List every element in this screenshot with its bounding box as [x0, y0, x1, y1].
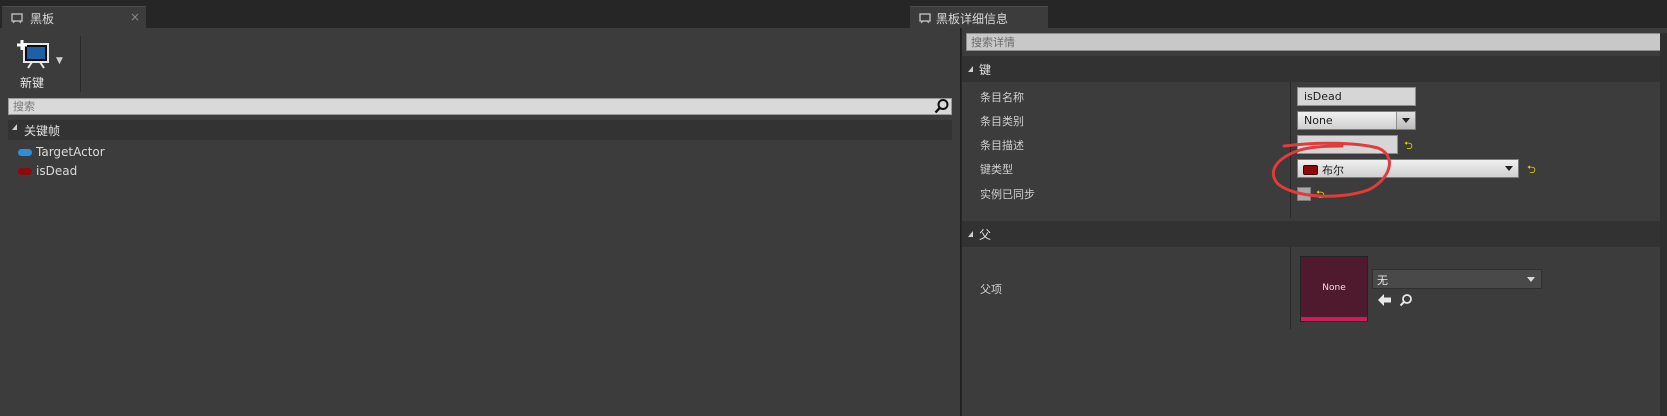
use-selected-arrow-icon[interactable] [1377, 293, 1393, 307]
tab-blackboard-details[interactable]: 黑板详细信息 [910, 6, 1048, 28]
reset-to-default-icon[interactable]: ⮌ [1527, 161, 1536, 180]
parent-value: 无 [1377, 274, 1388, 287]
section-title: 父 [979, 228, 992, 242]
blackboard-details-tab-icon [919, 13, 931, 24]
section-header-key[interactable]: 键 [962, 56, 1667, 82]
new-key-icon [17, 40, 49, 69]
tab-blackboard[interactable]: 黑板 × [2, 6, 146, 28]
new-key-label: 新键 [20, 76, 45, 90]
instance-synced-label: 实例已同步 [980, 188, 1035, 201]
new-key-dropdown-icon[interactable]: ▼ [56, 56, 63, 66]
object-key-icon [18, 149, 32, 156]
column-divider[interactable] [1290, 82, 1291, 218]
reset-to-default-icon[interactable]: ⮌ [1404, 137, 1413, 156]
entry-label: TargetActor [36, 145, 105, 159]
parent-label: 父项 [980, 283, 1002, 296]
entry-category-value: None [1304, 114, 1333, 127]
blackboard-search[interactable] [8, 98, 952, 115]
blackboard-entry-targetactor[interactable]: TargetActor [14, 144, 314, 162]
collapse-arrow-icon[interactable] [12, 124, 17, 130]
key-type-value: 布尔 [1322, 164, 1344, 177]
entry-category-label: 条目类别 [980, 115, 1024, 128]
collapse-arrow-icon[interactable] [968, 231, 973, 237]
key-type-label: 键类型 [980, 163, 1013, 176]
tab-bar [0, 0, 1667, 28]
category-header-keys[interactable]: 关键帧 [8, 120, 952, 140]
section-header-parent[interactable]: 父 [962, 221, 1667, 247]
entry-desc-field[interactable] [1297, 135, 1398, 154]
blackboard-tab-icon [11, 13, 23, 24]
blackboard-entry-isdead[interactable]: isDead [14, 163, 314, 181]
reset-to-default-icon[interactable]: ⮌ [1316, 186, 1325, 205]
browse-search-icon[interactable] [1399, 293, 1413, 307]
thumbnail-label: None [1322, 283, 1346, 293]
instance-synced-checkbox[interactable] [1297, 187, 1311, 201]
category-label: 关键帧 [24, 124, 61, 138]
blackboard-panel [0, 28, 961, 416]
details-search[interactable] [966, 33, 1667, 51]
details-search-input[interactable] [967, 34, 1651, 50]
tab-blackboard-details-label: 黑板详细信息 [936, 12, 1009, 26]
asset-color-bar [1301, 317, 1367, 321]
details-scrollbar[interactable] [1660, 33, 1667, 416]
collapse-arrow-icon[interactable] [968, 66, 973, 72]
parent-asset-combo[interactable]: 无 [1372, 269, 1542, 289]
tab-blackboard-label: 黑板 [30, 12, 55, 26]
toolbar-separator [80, 36, 81, 92]
bool-key-icon [18, 168, 32, 175]
search-input[interactable] [9, 99, 913, 114]
search-icon[interactable] [934, 98, 950, 114]
bool-type-icon [1303, 165, 1318, 175]
parent-asset-thumbnail[interactable]: None [1300, 256, 1368, 322]
section-title: 键 [979, 63, 992, 77]
chevron-down-icon [1527, 277, 1535, 282]
entry-label: isDead [36, 164, 78, 178]
chevron-down-icon [1402, 118, 1410, 123]
close-icon[interactable]: × [130, 10, 140, 24]
column-divider[interactable] [1290, 247, 1291, 329]
new-key-button[interactable]: ▼ 新键 [10, 38, 66, 92]
entry-name-field[interactable]: isDead [1297, 87, 1416, 106]
chevron-down-icon [1505, 166, 1513, 171]
entry-name-label: 条目名称 [980, 91, 1024, 104]
key-type-combo[interactable]: 布尔 [1297, 159, 1519, 178]
dropdown-button[interactable] [1396, 112, 1415, 129]
entry-desc-label: 条目描述 [980, 139, 1024, 152]
entry-category-combo[interactable]: None [1297, 111, 1416, 130]
